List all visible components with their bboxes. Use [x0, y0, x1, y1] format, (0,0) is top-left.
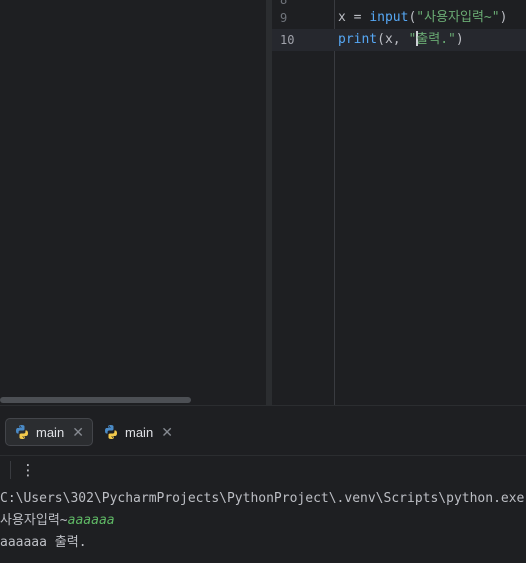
line-number-gutter — [272, 0, 335, 405]
run-tab-label: main — [36, 424, 65, 440]
close-icon[interactable]: ✕ — [72, 425, 84, 439]
console-prompt: 사용자입력~ — [0, 513, 68, 528]
code-token-argument: x, — [384, 32, 409, 47]
run-tab-main[interactable]: main ✕ — [95, 418, 181, 446]
run-tab-main-active[interactable]: main ✕ — [5, 418, 93, 446]
left-editor-pane — [0, 0, 266, 405]
code-line-9[interactable]: 9 x = input("사용자입력~") — [272, 7, 526, 29]
console-input-line: 사용자입력~aaaaaa — [0, 510, 115, 532]
code-token-function: print — [338, 32, 378, 47]
code-token-paren: ( — [377, 32, 385, 47]
code-token-paren: ) — [499, 10, 508, 25]
horizontal-scrollbar-thumb[interactable] — [0, 397, 191, 403]
console-user-input: aaaaaa — [67, 513, 115, 528]
code-token-function: input — [369, 10, 409, 25]
horizontal-scrollbar[interactable] — [0, 395, 266, 405]
run-tab-label: main — [125, 424, 154, 440]
line-number: 10 — [280, 33, 295, 47]
python-icon — [16, 425, 28, 439]
code-token-variable: x — [338, 10, 346, 25]
code-token-string: 출력." — [416, 32, 456, 47]
ide-window: 8 9 x = input("사용자입력~") 10 print(x, "출력.… — [0, 0, 526, 563]
code-line-10[interactable]: 10 print(x, "출력.") — [272, 29, 526, 51]
python-icon — [105, 425, 117, 439]
code-token-paren: ) — [455, 32, 464, 47]
code-text: x = input("사용자입력~") — [338, 7, 507, 29]
console-output[interactable]: C:\Users\302\PycharmProjects\PythonProje… — [0, 486, 526, 563]
console-output-line: aaaaaa 출력. — [0, 535, 87, 550]
code-editor[interactable]: 8 9 x = input("사용자입력~") 10 print(x, "출력.… — [272, 0, 526, 405]
close-icon[interactable]: ✕ — [161, 425, 173, 439]
line-number: 9 — [280, 11, 288, 25]
code-token-operator: = — [345, 10, 370, 25]
run-tabs: main ✕ main ✕ — [0, 406, 526, 456]
code-token-string: "사용자입력~" — [416, 10, 500, 25]
run-toolbar — [0, 457, 526, 485]
more-options-icon[interactable]: ⋮ — [20, 459, 36, 481]
toolbar-separator — [10, 461, 11, 479]
run-tool-window: main ✕ main ✕ ⋮ C:\Users\302\PycharmProj… — [0, 405, 526, 563]
code-text: print(x, "출력.") — [338, 29, 464, 51]
console-command-line: C:\Users\302\PycharmProjects\PythonProje… — [0, 491, 525, 506]
